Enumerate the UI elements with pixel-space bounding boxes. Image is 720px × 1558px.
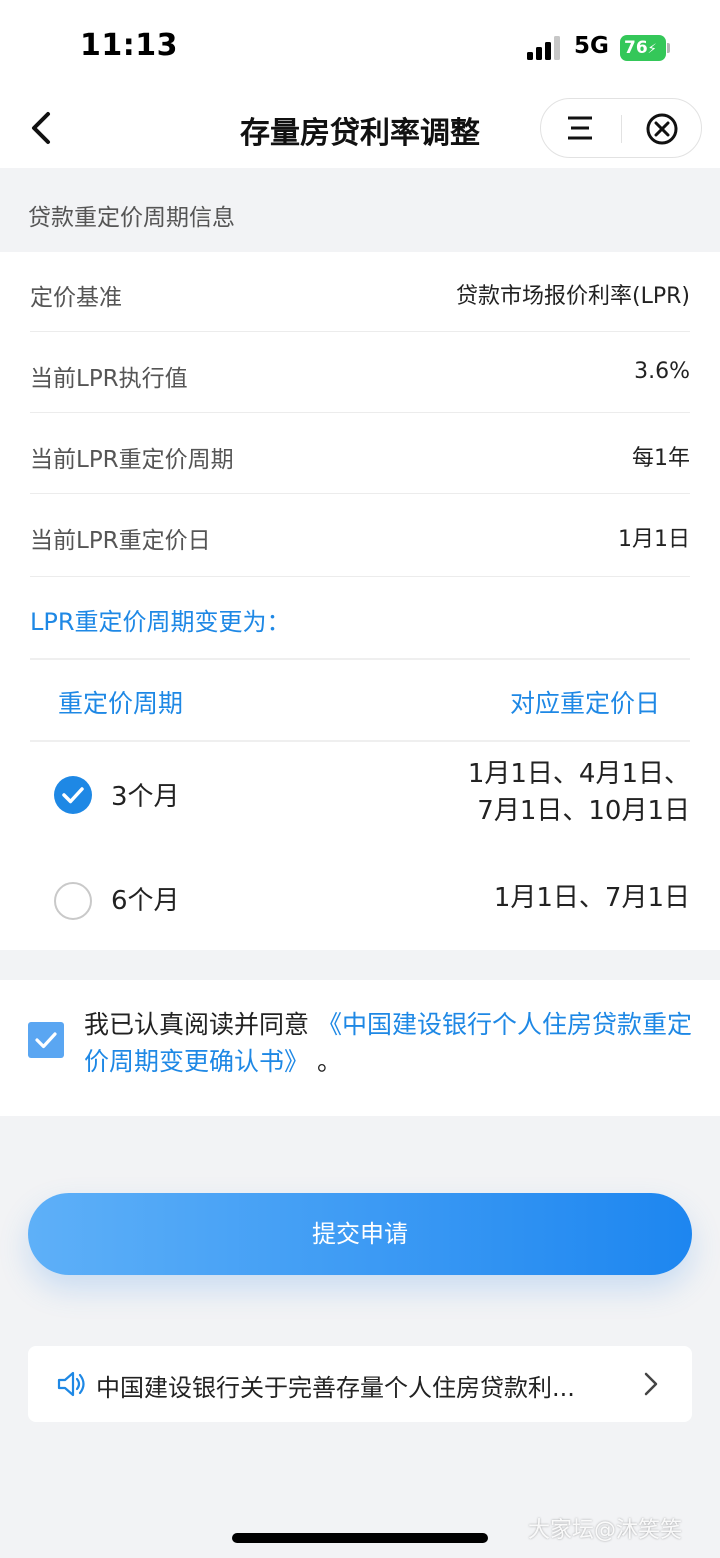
announcement-bar[interactable]: 中国建设银行关于完善存量个人住房贷款利...	[28, 1346, 692, 1422]
change-title: LPR重定价周期变更为：	[30, 608, 291, 636]
column-header-date: 对应重定价日	[509, 689, 660, 718]
option-dates-line: 1月1日、4月1日、	[467, 759, 690, 789]
section-header: 贷款重定价周期信息	[0, 168, 720, 252]
nav-bar: 存量房贷利率调整	[0, 90, 720, 168]
info-row-lpr-rate: 当前LPR执行值 3.6%	[30, 333, 690, 413]
info-value: 每1年	[632, 446, 690, 471]
option-label: 6个月	[111, 886, 180, 916]
info-label: 当前LPR执行值	[30, 366, 188, 392]
status-bar: 11:13 5G 76⚡	[0, 0, 720, 90]
menu-icon[interactable]	[566, 115, 594, 141]
announcement-text: 中国建设银行关于完善存量个人住房贷款利...	[96, 1374, 575, 1402]
mini-program-capsule	[540, 98, 702, 158]
info-label: 当前LPR重定价周期	[30, 447, 234, 473]
info-row-current-period: 当前LPR重定价周期 每1年	[30, 414, 690, 494]
agreement-section: 我已认真阅读并同意 《中国建设银行个人住房贷款重定价周期变更确认书》 。	[0, 980, 720, 1116]
divider	[30, 658, 690, 660]
info-value: 3.6%	[634, 359, 690, 384]
close-icon[interactable]	[645, 112, 679, 146]
agreement-prefix: 我已认真阅读并同意	[84, 1010, 310, 1039]
option-dates: 1月1日、7月1日	[493, 883, 690, 913]
watermark: 大家坛@沐笑笑	[528, 1518, 683, 1543]
agreement-text: 我已认真阅读并同意 《中国建设银行个人住房贷款重定价周期变更确认书》 。	[84, 1006, 694, 1080]
section-title: 贷款重定价周期信息	[28, 205, 235, 231]
cellular-signal-icon	[527, 36, 563, 60]
status-time: 11:13	[80, 28, 178, 63]
repricing-info-card: 定价基准 贷款市场报价利率(LPR) 当前LPR执行值 3.6% 当前LPR重定…	[0, 252, 720, 950]
divider	[30, 740, 690, 742]
network-type: 5G	[574, 33, 609, 59]
option-label: 3个月	[111, 782, 180, 812]
info-label: 定价基准	[30, 285, 122, 311]
option-dates: 1月1日、4月1日、 7月1日、10月1日	[468, 756, 690, 830]
radio-checked-icon[interactable]	[54, 776, 92, 814]
info-row-current-date: 当前LPR重定价日 1月1日	[30, 495, 690, 577]
agreement-suffix: 。	[316, 1047, 342, 1076]
info-value: 贷款市场报价利率(LPR)	[456, 284, 690, 309]
column-header-period: 重定价周期	[58, 689, 184, 718]
battery-icon: 76⚡	[620, 35, 670, 61]
info-row-pricing-basis: 定价基准 贷款市场报价利率(LPR)	[30, 252, 690, 332]
chevron-right-icon	[644, 1372, 658, 1396]
battery-level: 76	[624, 38, 648, 58]
option-dates-line: 7月1日、10月1日	[477, 796, 690, 826]
home-indicator	[232, 1533, 488, 1543]
info-label: 当前LPR重定价日	[30, 528, 211, 554]
radio-unchecked-icon[interactable]	[54, 882, 92, 920]
speaker-icon	[57, 1371, 85, 1397]
submit-button[interactable]: 提交申请	[28, 1193, 692, 1275]
info-value: 1月1日	[618, 527, 690, 552]
agreement-checkbox[interactable]	[28, 1022, 64, 1058]
